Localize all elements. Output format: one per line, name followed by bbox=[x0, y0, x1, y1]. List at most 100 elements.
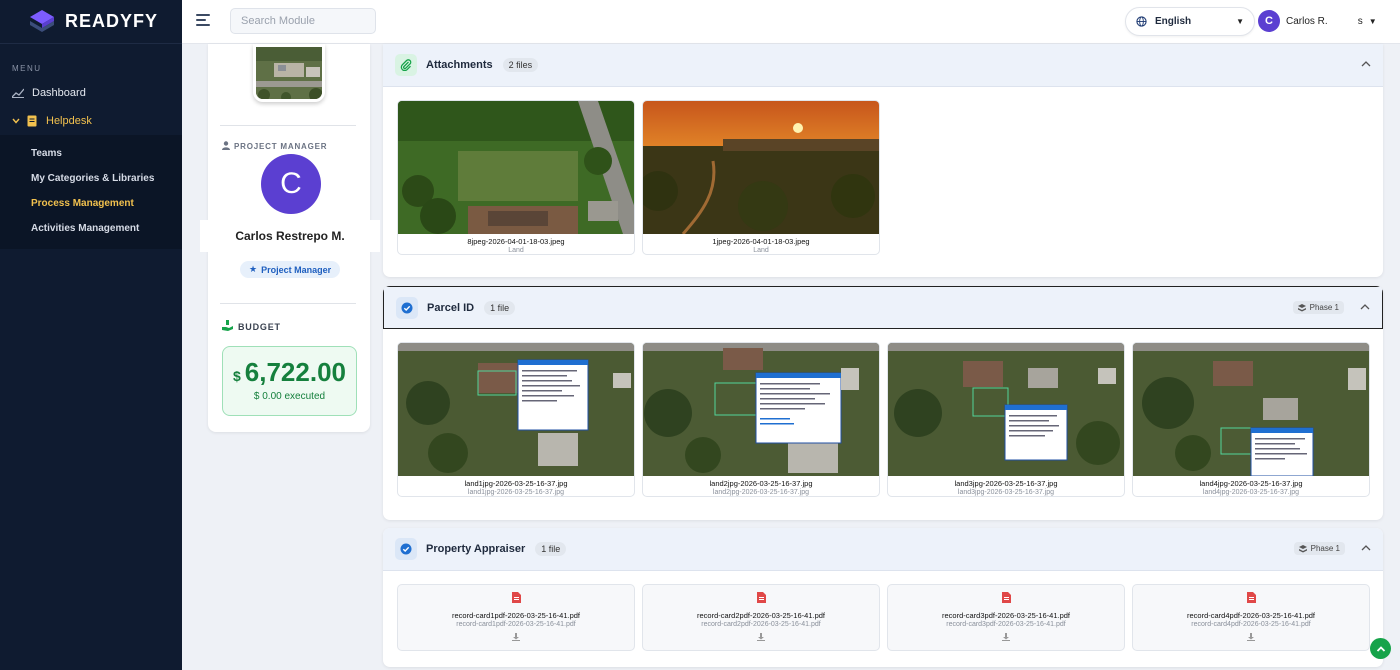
budget-label: BUDGET bbox=[222, 320, 281, 333]
check-circle-icon bbox=[395, 538, 417, 560]
file-name: record-card4pdf-2026-03-25-16-41.pdf bbox=[1187, 611, 1315, 620]
parcel-grid: land1jpg-2026-03-25-16-37.jpg land1jpg-2… bbox=[397, 342, 1370, 497]
language-select[interactable]: English ▼ bbox=[1125, 7, 1255, 36]
file-subtitle: land1jpg-2026-03-25-16-37.jpg bbox=[467, 489, 565, 496]
manager-name: Carlos Restrepo M. bbox=[200, 220, 380, 252]
search-input[interactable] bbox=[230, 8, 376, 34]
parcel-map-image bbox=[643, 343, 879, 476]
parcel-map-image bbox=[888, 343, 1124, 476]
file-subtitle: land2jpg-2026-03-25-16-37.jpg bbox=[712, 489, 810, 496]
file-subtitle: land4jpg-2026-03-25-16-37.jpg bbox=[1202, 489, 1300, 496]
file-name: 1jpeg-2026-04-01-18-03.jpeg bbox=[712, 237, 810, 246]
pdf-file-card[interactable]: record-card3pdf-2026-03-25-16-41.pdf rec… bbox=[887, 584, 1125, 651]
file-subtitle: record-card1pdf-2026-03-25-16-41.pdf bbox=[456, 621, 576, 628]
pdf-icon bbox=[1246, 592, 1256, 603]
budget-amount: $ 6,722.00 bbox=[232, 357, 346, 387]
avatar: C bbox=[1258, 10, 1280, 32]
pdf-file-card[interactable]: record-card2pdf-2026-03-25-16-41.pdf rec… bbox=[642, 584, 880, 651]
sidebar: READYFY MENU Dashboard Helpdesk Teams My… bbox=[0, 0, 182, 670]
folder-icon bbox=[26, 115, 38, 127]
helpdesk-submenu: Teams My Categories & Libraries Process … bbox=[0, 135, 182, 249]
scroll-to-top-button[interactable] bbox=[1370, 638, 1391, 659]
budget-currency: $ bbox=[232, 368, 241, 384]
section-title: Parcel ID bbox=[427, 301, 475, 314]
project-manager-label: PROJECT MANAGER bbox=[222, 141, 327, 152]
sidebar-subitem-teams[interactable]: Teams bbox=[0, 141, 182, 166]
pdf-icon bbox=[1001, 592, 1011, 603]
chevron-down-icon bbox=[12, 115, 20, 127]
file-tag: Land bbox=[753, 247, 769, 254]
layers-icon bbox=[1297, 303, 1306, 311]
pdf-icon bbox=[511, 592, 521, 603]
chevron-up-icon[interactable] bbox=[1361, 59, 1371, 69]
language-label: English bbox=[1155, 16, 1192, 27]
chart-line-icon bbox=[12, 87, 24, 99]
sidebar-subitem-categories[interactable]: My Categories & Libraries bbox=[0, 166, 182, 191]
phase-badge: Phase 1 bbox=[1292, 301, 1344, 314]
sunset-photo-image bbox=[643, 101, 879, 234]
star-icon: ★ bbox=[249, 264, 258, 274]
download-icon[interactable] bbox=[1247, 633, 1255, 641]
topbar: English ▼ C Carlos R. s ▼ bbox=[182, 0, 1400, 44]
download-icon[interactable] bbox=[757, 633, 765, 641]
divider bbox=[220, 303, 356, 304]
sidebar-subitem-process-management[interactable]: Process Management bbox=[0, 191, 182, 216]
brand-name: READYFY bbox=[65, 11, 159, 31]
file-card[interactable]: land2jpg-2026-03-25-16-37.jpg land2jpg-2… bbox=[642, 342, 880, 497]
file-count-badge: 1 file bbox=[535, 542, 567, 556]
sidebar-item-label: Dashboard bbox=[32, 87, 86, 99]
file-subtitle: record-card3pdf-2026-03-25-16-41.pdf bbox=[946, 621, 1066, 628]
file-card[interactable]: land4jpg-2026-03-25-16-37.jpg land4jpg-2… bbox=[1132, 342, 1370, 497]
brand[interactable]: READYFY bbox=[0, 0, 182, 44]
download-icon[interactable] bbox=[512, 633, 520, 641]
property-appraiser-header[interactable]: Property Appraiser 1 file Phase 1 bbox=[383, 528, 1383, 571]
readyfy-logo-icon bbox=[30, 9, 54, 32]
file-tag: Land bbox=[508, 247, 524, 254]
globe-icon bbox=[1136, 16, 1147, 27]
file-card[interactable]: land3jpg-2026-03-25-16-37.jpg land3jpg-2… bbox=[887, 342, 1125, 497]
file-count-badge: 2 files bbox=[502, 58, 539, 72]
section-title: Attachments bbox=[426, 59, 493, 71]
user-menu[interactable]: C Carlos R. s ▼ bbox=[1258, 10, 1377, 32]
file-name: 8jpeg-2026-04-01-18-03.jpeg bbox=[467, 237, 565, 246]
file-card[interactable]: 1jpeg-2026-04-01-18-03.jpeg Land bbox=[642, 100, 880, 255]
file-card[interactable]: 8jpeg-2026-04-01-18-03.jpeg Land bbox=[397, 100, 635, 255]
pdf-file-card[interactable]: record-card1pdf-2026-03-25-16-41.pdf rec… bbox=[397, 584, 635, 651]
sidebar-item-dashboard[interactable]: Dashboard bbox=[0, 79, 182, 107]
check-circle-icon bbox=[396, 296, 418, 319]
chevron-up-icon[interactable] bbox=[1361, 543, 1371, 553]
sidebar-item-helpdesk[interactable]: Helpdesk bbox=[0, 107, 182, 135]
user-icon bbox=[222, 141, 230, 152]
divider bbox=[220, 125, 356, 126]
aerial-photo-image bbox=[398, 101, 634, 234]
pdf-file-card[interactable]: record-card4pdf-2026-03-25-16-41.pdf rec… bbox=[1132, 584, 1370, 651]
menu-toggle-icon[interactable] bbox=[196, 14, 210, 26]
parcel-id-section: Parcel ID 1 file Phase 1 land1jpg-2026-0… bbox=[383, 286, 1383, 520]
layers-icon bbox=[1298, 544, 1307, 552]
chevron-up-icon bbox=[1376, 645, 1385, 652]
parcel-id-header[interactable]: Parcel ID 1 file Phase 1 bbox=[383, 286, 1383, 329]
user-name: Carlos R. bbox=[1286, 15, 1328, 27]
project-profile-card: PROJECT MANAGER C Carlos Restrepo M. ★ P… bbox=[200, 44, 380, 432]
money-hand-icon bbox=[222, 320, 233, 333]
project-thumbnail[interactable] bbox=[253, 44, 325, 102]
caret-down-icon: ▼ bbox=[1368, 16, 1377, 26]
file-name: land2jpg-2026-03-25-16-37.jpg bbox=[709, 479, 813, 488]
manager-avatar: C bbox=[261, 154, 321, 214]
file-card[interactable]: land1jpg-2026-03-25-16-37.jpg land1jpg-2… bbox=[397, 342, 635, 497]
attachments-header[interactable]: Attachments 2 files bbox=[383, 44, 1383, 87]
file-subtitle: record-card2pdf-2026-03-25-16-41.pdf bbox=[701, 621, 821, 628]
file-name: record-card2pdf-2026-03-25-16-41.pdf bbox=[697, 611, 825, 620]
file-subtitle: record-card4pdf-2026-03-25-16-41.pdf bbox=[1191, 621, 1311, 628]
property-appraiser-section: Property Appraiser 1 file Phase 1 record… bbox=[383, 528, 1383, 667]
download-icon[interactable] bbox=[1002, 633, 1010, 641]
sidebar-subitem-activities-management[interactable]: Activities Management bbox=[0, 216, 182, 241]
budget-executed: $ 0.00 executed bbox=[253, 391, 326, 402]
chevron-up-icon[interactable] bbox=[1360, 302, 1370, 312]
file-subtitle: land3jpg-2026-03-25-16-37.jpg bbox=[957, 489, 1055, 496]
caret-down-icon: ▼ bbox=[1236, 17, 1244, 26]
appraiser-grid: record-card1pdf-2026-03-25-16-41.pdf rec… bbox=[397, 584, 1370, 651]
paperclip-icon bbox=[395, 54, 417, 76]
phase-badge: Phase 1 bbox=[1293, 542, 1345, 555]
parcel-map-image bbox=[398, 343, 634, 476]
